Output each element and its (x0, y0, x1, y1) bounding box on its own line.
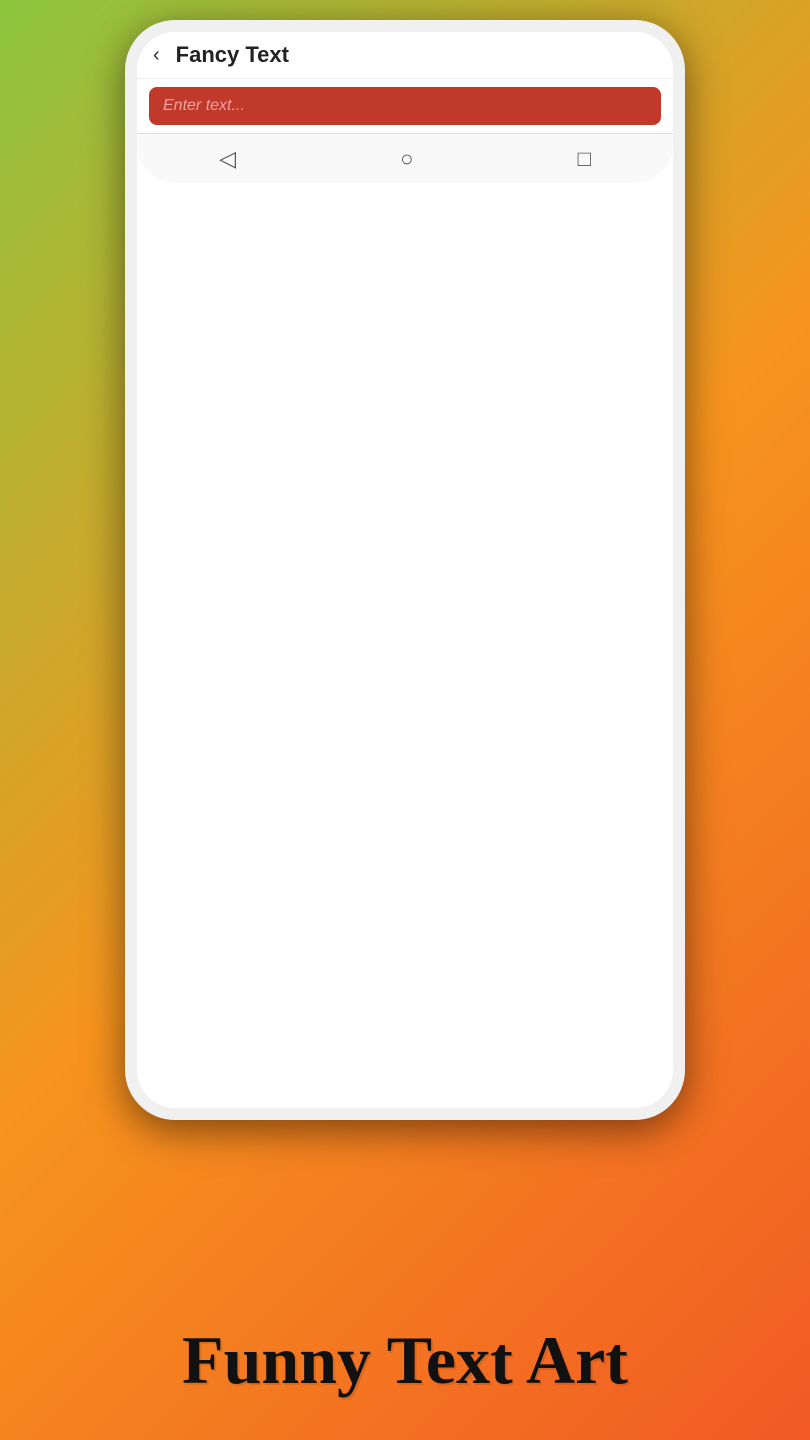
nav-back-button[interactable]: ◁ (219, 146, 236, 172)
text-input-placeholder: Enter text... (163, 97, 245, 114)
bottom-title-text: Funny Text Art (182, 1322, 628, 1398)
nav-recent-button[interactable]: □ (578, 146, 591, 172)
phone-mockup: ‹ Fancy Text Enter text... font styl ┌──… (125, 20, 685, 1120)
app-title: Fancy Text (176, 42, 289, 68)
phone-screen: ‹ Fancy Text Enter text... font styl ┌──… (137, 32, 673, 1108)
bottom-title-section: Funny Text Art (0, 1321, 810, 1400)
back-button[interactable]: ‹ (153, 44, 160, 67)
app-header: ‹ Fancy Text (137, 32, 673, 79)
text-input-bar[interactable]: Enter text... (149, 87, 661, 125)
nav-home-button[interactable]: ○ (400, 146, 413, 172)
phone-navigation: ◁ ○ □ (137, 133, 673, 183)
